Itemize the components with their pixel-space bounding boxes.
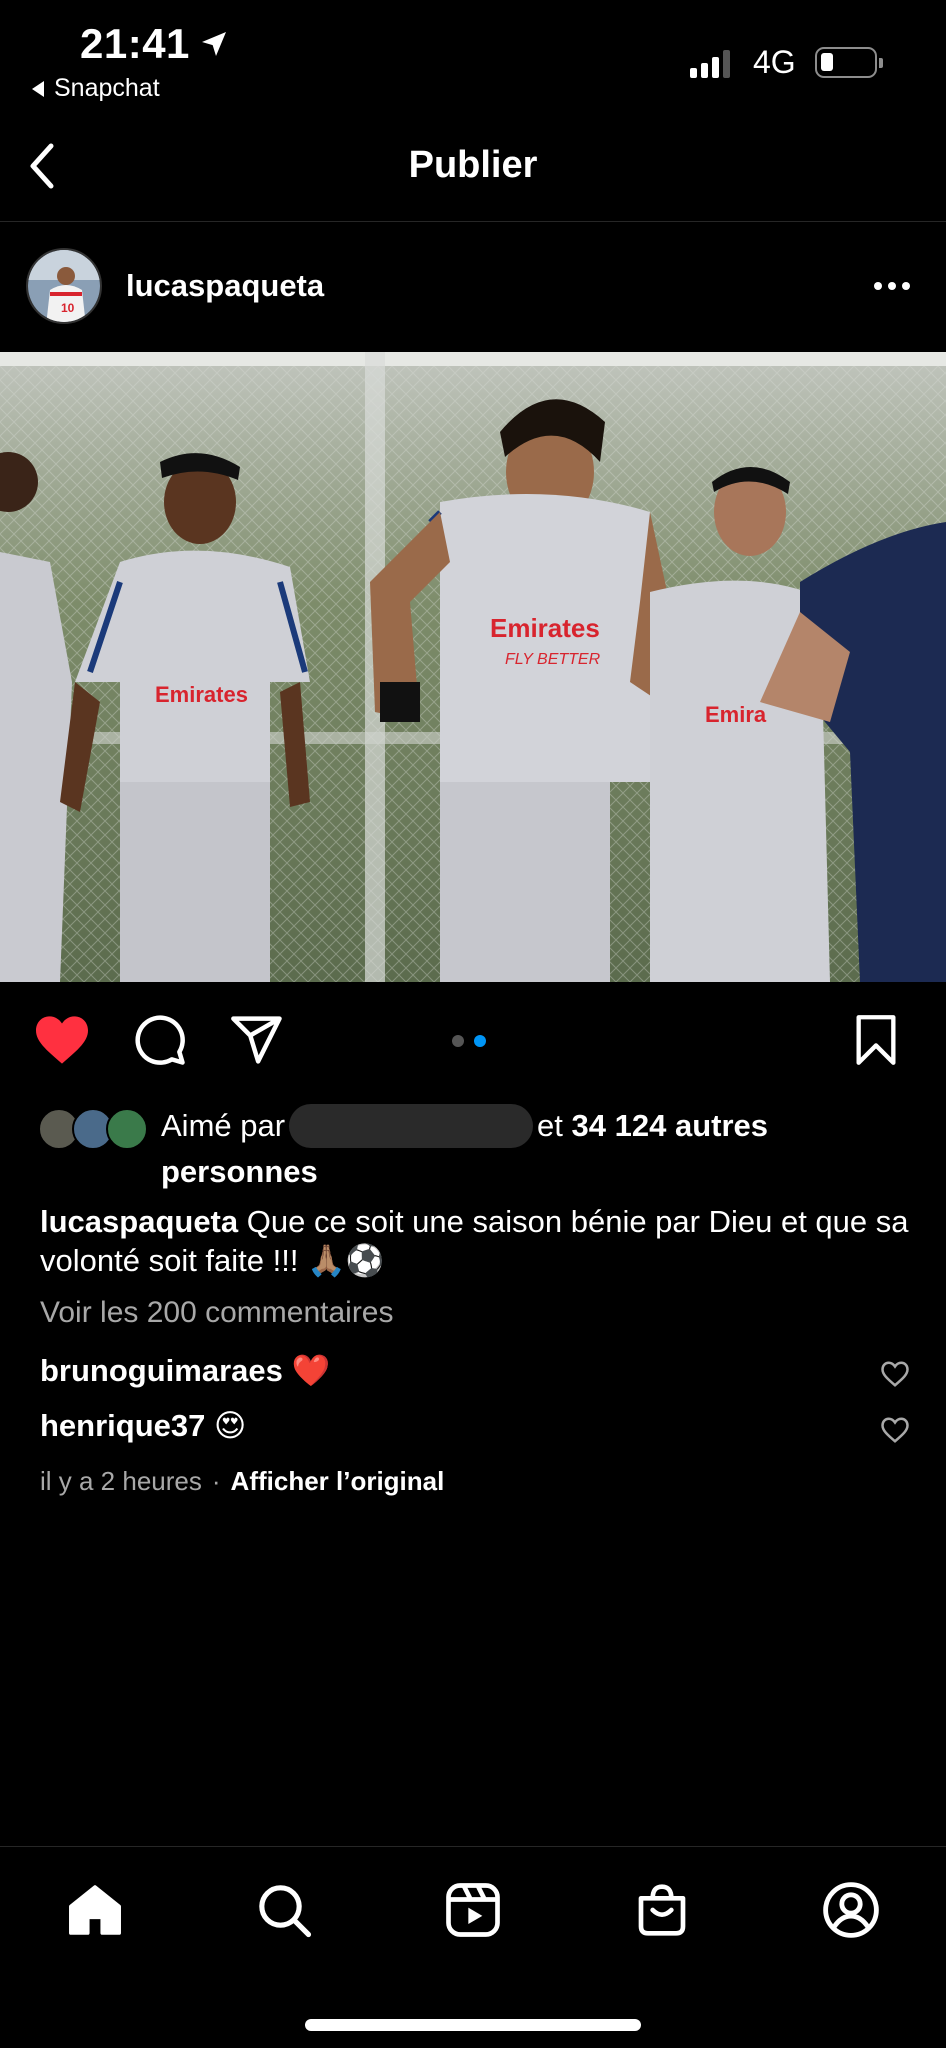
shop-bag-icon xyxy=(638,1884,686,1936)
time-text: 21:41 xyxy=(80,20,190,67)
cell-signal-icon xyxy=(690,48,730,78)
dot-icon xyxy=(902,282,910,290)
post-caption: lucaspaqueta Que ce soit une saison béni… xyxy=(40,1202,910,1280)
save-button[interactable] xyxy=(846,1010,906,1070)
battery-icon xyxy=(815,47,883,78)
post-actions xyxy=(0,982,946,1092)
training-photo: Emirates Emirates FLY BETTER Emira xyxy=(0,352,946,982)
carousel-indicator xyxy=(452,1035,486,1047)
likes-count[interactable]: 34 124 autres xyxy=(572,1108,768,1143)
post-image[interactable]: Emirates Emirates FLY BETTER Emira xyxy=(0,352,946,982)
redacted-username xyxy=(289,1104,534,1148)
like-button[interactable] xyxy=(32,1010,92,1070)
comment-bubble-icon xyxy=(135,1015,185,1065)
avatar-image: 10 xyxy=(28,250,100,322)
profile-icon xyxy=(823,1882,879,1938)
reels-icon xyxy=(446,1883,500,1937)
comment-row: brunoguimaraes ❤️ xyxy=(40,1352,910,1398)
share-button[interactable] xyxy=(227,1010,287,1070)
back-app-label: Snapchat xyxy=(54,74,160,102)
search-icon xyxy=(259,1885,312,1938)
bottom-tab-bar xyxy=(0,1846,946,2048)
network-type: 4G xyxy=(753,44,796,80)
tab-profile[interactable] xyxy=(816,1875,886,1945)
tab-search[interactable] xyxy=(249,1875,319,1945)
liker-avatars xyxy=(38,1108,148,1150)
status-bar: 21:41 Snapchat 4G xyxy=(0,0,946,112)
post-meta: il y a 2 heures · Afficher l’original xyxy=(40,1466,444,1497)
caption-username[interactable]: lucaspaqueta xyxy=(40,1204,238,1239)
svg-text:Emira: Emira xyxy=(705,702,767,727)
likes-middle: et xyxy=(537,1108,563,1144)
bookmark-icon xyxy=(856,1015,896,1065)
more-options-button[interactable] xyxy=(862,268,922,304)
comment-button[interactable] xyxy=(130,1010,190,1070)
comment-row: henrique37 😍 xyxy=(40,1408,910,1454)
back-triangle-icon xyxy=(32,80,44,97)
likes-text: Aimé par et 34 124 autres personnes xyxy=(161,1104,921,1192)
carousel-dot xyxy=(452,1035,464,1047)
tab-reels[interactable] xyxy=(438,1875,508,1945)
tab-shop[interactable] xyxy=(627,1875,697,1945)
post-header: 10 lucaspaqueta xyxy=(0,222,946,352)
svg-text:FLY BETTER: FLY BETTER xyxy=(505,651,601,668)
back-to-app-link[interactable]: Snapchat xyxy=(30,74,160,103)
dot-icon xyxy=(888,282,896,290)
author-avatar[interactable]: 10 xyxy=(26,248,102,324)
likes-suffix[interactable]: personnes xyxy=(161,1154,318,1189)
comment-text: 😍 xyxy=(214,1408,247,1443)
status-time: 21:41 xyxy=(80,20,230,68)
carousel-dot-active xyxy=(474,1035,486,1047)
liker-avatar xyxy=(106,1108,148,1150)
tab-home[interactable] xyxy=(60,1875,130,1945)
svg-text:10: 10 xyxy=(61,301,75,315)
svg-text:Emirates: Emirates xyxy=(490,613,600,643)
heart-outline-icon xyxy=(881,1361,909,1387)
dot-icon xyxy=(874,282,882,290)
show-original-link[interactable]: Afficher l’original xyxy=(231,1466,445,1497)
comment-username[interactable]: brunoguimaraes xyxy=(40,1353,283,1388)
comment-text: ❤️ xyxy=(291,1353,331,1388)
heart-filled-icon xyxy=(36,1016,88,1064)
heart-outline-icon xyxy=(881,1417,909,1443)
location-arrow-icon xyxy=(201,32,226,56)
comment-like-button[interactable] xyxy=(880,1416,910,1446)
view-all-comments-link[interactable]: Voir les 200 commentaires xyxy=(40,1296,394,1330)
comment-like-button[interactable] xyxy=(880,1360,910,1390)
paper-plane-icon xyxy=(231,1016,282,1064)
page-title: Publier xyxy=(408,144,538,186)
author-username[interactable]: lucaspaqueta xyxy=(126,268,324,304)
post-timestamp: il y a 2 heures xyxy=(40,1466,202,1496)
meta-separator: · xyxy=(211,1466,221,1496)
page-header: Publier xyxy=(0,112,946,222)
comment-username[interactable]: henrique37 xyxy=(40,1408,205,1443)
home-icon xyxy=(69,1885,121,1935)
likes-prefix: Aimé par xyxy=(161,1108,286,1144)
svg-text:Emirates: Emirates xyxy=(155,682,248,707)
home-indicator[interactable] xyxy=(305,2019,641,2031)
